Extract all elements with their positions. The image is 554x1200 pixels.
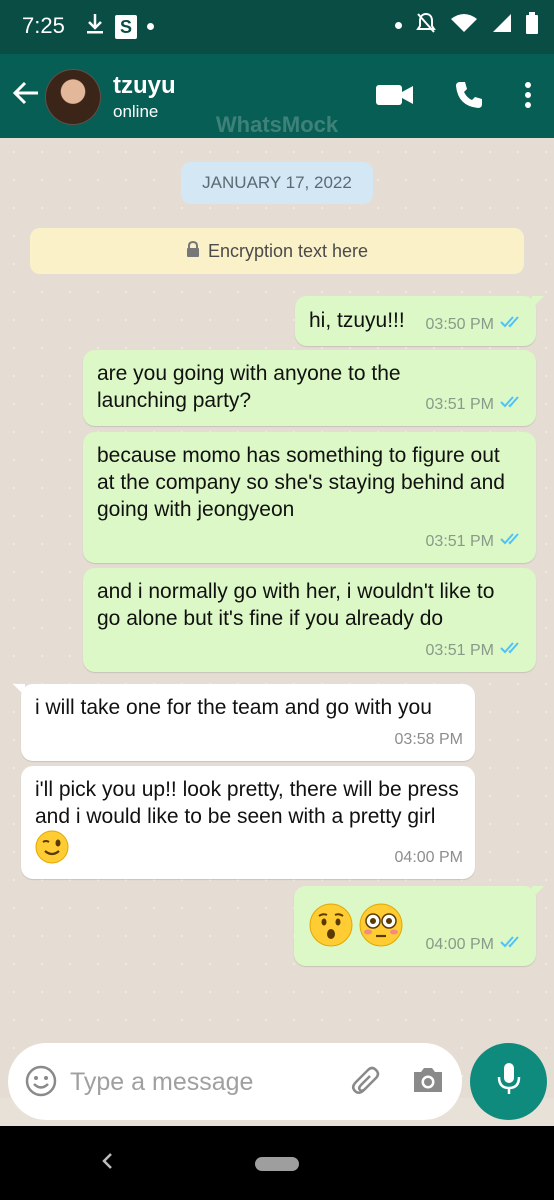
mic-icon xyxy=(496,1062,522,1101)
lock-icon xyxy=(186,240,200,262)
message-time: 03:51 PM xyxy=(425,533,494,550)
message-meta: 03:50 PM xyxy=(426,311,524,338)
message-time: 03:51 PM xyxy=(425,642,494,659)
status-bar: 7:25 S xyxy=(0,0,554,54)
double-check-icon xyxy=(500,311,524,338)
system-nav-bar xyxy=(0,1126,554,1200)
bubble-tail xyxy=(532,886,544,898)
message-meta: 03:51 PM xyxy=(426,391,524,418)
message-bubble-incoming[interactable]: i'll pick you up!! look pretty, there wi… xyxy=(21,766,475,879)
message-bubble-incoming[interactable]: i will take one for the team and go with… xyxy=(13,684,475,761)
message-bubble-outgoing[interactable]: because momo has something to figure out… xyxy=(83,432,536,563)
message-text: and i normally go with her, i wouldn't l… xyxy=(97,580,495,630)
status-right-icons xyxy=(395,12,538,39)
winking-face-icon xyxy=(35,830,69,871)
message-text: i will take one for the team and go with… xyxy=(35,696,432,719)
battery-icon xyxy=(526,12,538,39)
more-vert-icon[interactable] xyxy=(524,82,532,113)
nav-home-pill[interactable] xyxy=(255,1157,299,1171)
bubble-tail xyxy=(532,296,544,308)
hushed-face-icon xyxy=(308,902,354,955)
message-meta: 03:58 PM xyxy=(395,726,463,753)
message-meta: 03:51 PM xyxy=(426,637,524,664)
notification-dot-icon xyxy=(147,23,154,30)
camera-icon[interactable] xyxy=(411,1065,445,1100)
header-actions xyxy=(376,80,532,115)
encryption-notice[interactable]: Encryption text here xyxy=(30,228,524,274)
encryption-text: Encryption text here xyxy=(207,240,369,261)
message-time: 04:00 PM xyxy=(394,849,463,866)
emoji-group xyxy=(308,902,404,955)
mute-bell-icon xyxy=(416,12,436,39)
attach-icon[interactable] xyxy=(350,1065,384,1104)
double-check-icon xyxy=(500,391,524,418)
s-badge-icon: S xyxy=(115,14,137,39)
message-input[interactable] xyxy=(68,1061,322,1103)
double-check-icon xyxy=(500,528,524,555)
message-composer xyxy=(8,1043,462,1120)
message-text: are you going with anyone to the launchi… xyxy=(97,362,401,412)
message-text-content: i'll pick you up!! look pretty, there wi… xyxy=(35,778,459,828)
message-bubble-outgoing[interactable]: hi, tzuyu!!! 03:50 PM xyxy=(295,296,544,346)
message-bubble-outgoing[interactable]: 04:00 PM xyxy=(294,886,544,966)
message-meta: 03:51 PM xyxy=(426,528,524,555)
nav-back-icon[interactable] xyxy=(100,1151,114,1176)
double-check-icon xyxy=(500,931,524,958)
flushed-face-icon xyxy=(358,902,404,955)
double-check-icon xyxy=(500,637,524,664)
mic-button[interactable] xyxy=(470,1043,547,1120)
message-time: 04:00 PM xyxy=(425,936,494,953)
message-time: 03:58 PM xyxy=(394,731,463,748)
message-text: hi, tzuyu!!! xyxy=(309,309,405,332)
watermark: WhatsMock xyxy=(215,112,339,137)
message-bubble-outgoing[interactable]: are you going with anyone to the launchi… xyxy=(83,350,536,426)
download-icon xyxy=(85,12,105,41)
wifi-icon xyxy=(450,13,478,38)
message-text: because momo has something to figure out… xyxy=(97,444,505,521)
message-bubble-outgoing[interactable]: and i normally go with her, i wouldn't l… xyxy=(83,568,536,672)
message-time: 03:50 PM xyxy=(425,316,494,333)
message-meta: 04:00 PM xyxy=(426,931,524,958)
back-arrow-icon[interactable] xyxy=(12,79,40,112)
message-time: 03:51 PM xyxy=(425,396,494,413)
status-time: 7:25 xyxy=(22,13,65,38)
bubble-tail xyxy=(13,684,25,696)
status-dot-icon xyxy=(395,22,402,29)
date-chip: JANUARY 17, 2022 xyxy=(181,162,373,204)
phone-icon[interactable] xyxy=(454,80,484,115)
contact-name[interactable]: tzuyu xyxy=(113,72,176,100)
smiley-icon[interactable] xyxy=(25,1065,57,1102)
status-left-icons: S xyxy=(85,12,154,41)
message-meta: 04:00 PM xyxy=(395,844,463,871)
signal-icon xyxy=(492,13,512,38)
video-call-icon[interactable] xyxy=(376,83,414,112)
